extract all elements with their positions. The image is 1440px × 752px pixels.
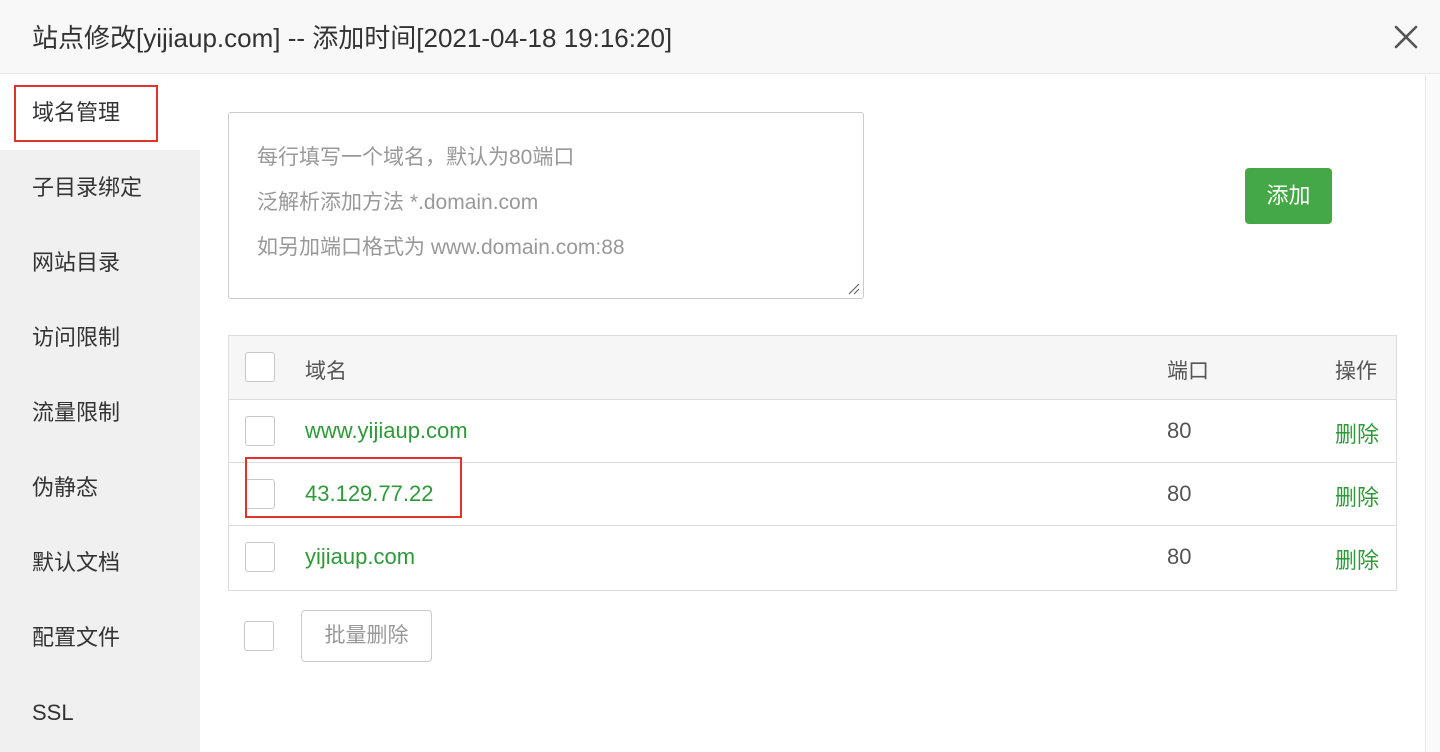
placeholder-line: 如另加端口格式为 www.domain.com:88 bbox=[257, 236, 625, 259]
port-cell: 80 bbox=[1167, 544, 1192, 569]
sidebar-item-ssl[interactable]: SSL bbox=[0, 675, 200, 750]
port-cell: 80 bbox=[1167, 418, 1192, 443]
sidebar: 域名管理 子目录绑定 网站目录 访问限制 流量限制 伪静态 默认文档 配置文件 … bbox=[0, 75, 200, 752]
add-button[interactable]: 添加 bbox=[1245, 168, 1332, 224]
table-header: 域名 端口 操作 bbox=[229, 336, 1396, 400]
delete-link[interactable]: 删除 bbox=[1335, 417, 1379, 449]
sidebar-item-domain-management[interactable]: 域名管理 bbox=[0, 75, 200, 150]
domain-link[interactable]: www.yijiaup.com bbox=[305, 418, 468, 444]
sidebar-item-label: 配置文件 bbox=[32, 625, 121, 650]
column-header-port: 端口 bbox=[1167, 360, 1209, 383]
domain-textarea[interactable]: 每行填写一个域名，默认为80端口 泛解析添加方法 *.domain.com 如另… bbox=[228, 112, 864, 299]
delete-link[interactable]: 删除 bbox=[1335, 543, 1379, 575]
sidebar-item-default-document[interactable]: 默认文档 bbox=[0, 525, 200, 600]
sidebar-item-config-file[interactable]: 配置文件 bbox=[0, 600, 200, 675]
dialog-titlebar: 站点修改[yijiaup.com] -- 添加时间[2021-04-18 19:… bbox=[0, 0, 1440, 74]
batch-delete-button[interactable]: 批量删除 bbox=[301, 610, 432, 662]
close-icon[interactable] bbox=[1390, 20, 1422, 54]
sidebar-item-label: 网站目录 bbox=[32, 250, 121, 275]
table-row: yijiaup.com 80 删除 bbox=[229, 526, 1396, 589]
placeholder-line: 泛解析添加方法 *.domain.com bbox=[257, 191, 539, 214]
sidebar-item-access-restriction[interactable]: 访问限制 bbox=[0, 300, 200, 375]
sidebar-item-subdirectory-binding[interactable]: 子目录绑定 bbox=[0, 150, 200, 225]
sidebar-item-site-directory[interactable]: 网站目录 bbox=[0, 225, 200, 300]
table-row: 43.129.77.22 80 删除 bbox=[229, 463, 1396, 526]
domain-table: 域名 端口 操作 www.yijiaup.com 80 删除 43.129.77… bbox=[228, 335, 1397, 591]
resize-grip-icon[interactable] bbox=[846, 281, 860, 295]
column-header-action: 操作 bbox=[1335, 360, 1377, 383]
port-cell: 80 bbox=[1167, 481, 1192, 506]
table-row: www.yijiaup.com 80 删除 bbox=[229, 400, 1396, 463]
domain-link[interactable]: 43.129.77.22 bbox=[305, 481, 433, 507]
sidebar-item-label: 流量限制 bbox=[32, 400, 121, 425]
sidebar-item-label: 访问限制 bbox=[32, 325, 121, 350]
sidebar-item-label: 子目录绑定 bbox=[32, 175, 143, 200]
row-checkbox[interactable] bbox=[245, 479, 275, 509]
sidebar-item-label: 伪静态 bbox=[32, 475, 99, 500]
domain-link[interactable]: yijiaup.com bbox=[305, 544, 415, 570]
column-header-domain: 域名 bbox=[305, 360, 347, 383]
scrollbar-track[interactable] bbox=[1425, 75, 1440, 752]
row-checkbox[interactable] bbox=[245, 542, 275, 572]
dialog-title: 站点修改[yijiaup.com] -- 添加时间[2021-04-18 19:… bbox=[32, 23, 673, 53]
delete-link[interactable]: 删除 bbox=[1335, 480, 1379, 512]
sidebar-item-label: 默认文档 bbox=[32, 550, 121, 575]
placeholder-line: 每行填写一个域名，默认为80端口 bbox=[257, 146, 575, 169]
sidebar-item-traffic-limit[interactable]: 流量限制 bbox=[0, 375, 200, 450]
sidebar-item-label: SSL bbox=[32, 700, 74, 725]
batch-select-checkbox[interactable] bbox=[244, 621, 274, 651]
sidebar-item-rewrite[interactable]: 伪静态 bbox=[0, 450, 200, 525]
row-checkbox[interactable] bbox=[245, 416, 275, 446]
sidebar-item-label: 域名管理 bbox=[32, 100, 121, 125]
select-all-checkbox[interactable] bbox=[245, 352, 275, 382]
